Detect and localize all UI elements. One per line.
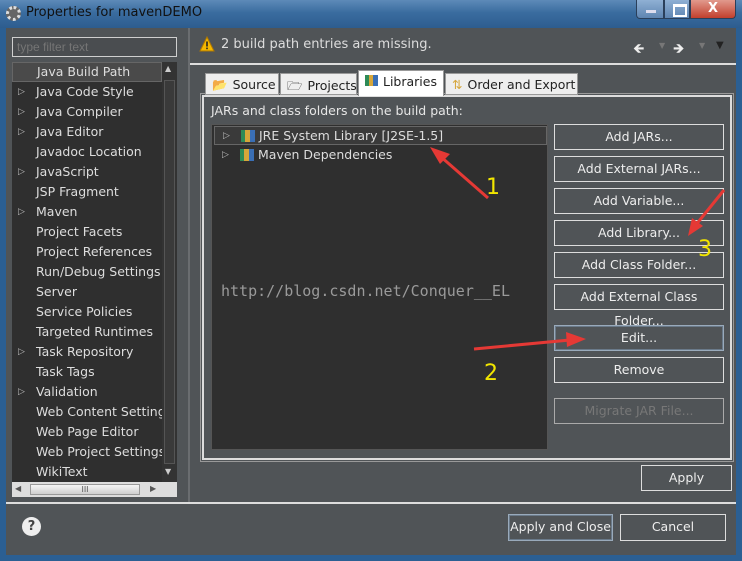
annotation-number-1: 1 <box>486 175 500 200</box>
annotation-arrow-3 <box>688 189 726 236</box>
annotation-number-2: 2 <box>484 361 498 386</box>
annotation-arrows <box>430 147 726 351</box>
annotation-arrow-1 <box>430 147 489 200</box>
annotation-arrow-2 <box>473 332 586 351</box>
annotation-number-3: 3 <box>698 237 712 262</box>
